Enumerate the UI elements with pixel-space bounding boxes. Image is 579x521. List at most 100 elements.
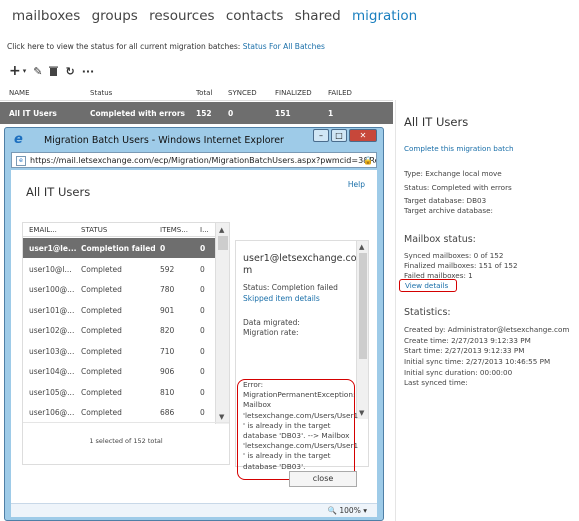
col-email[interactable]: EMAIL... [29,226,57,234]
nav-mailboxes[interactable]: mailboxes [12,8,80,24]
row-i: 0 [200,367,205,376]
more-icon[interactable]: ··· [82,65,95,78]
statistics-heading: Statistics: [404,307,451,318]
nav-shared[interactable]: shared [295,8,341,24]
address-bar[interactable]: e https://mail.letsexchange.com/ecp/Migr… [11,152,377,168]
zoom-level: 100% [339,506,361,515]
details-pane: All IT Users Complete this migration bat… [395,100,579,521]
table-row[interactable]: All IT Users Completed with errors 152 0… [0,102,393,124]
row-user-status: Completed [81,388,122,397]
scroll-thumb[interactable] [218,236,228,250]
list-item[interactable]: user1@le... Completion failed 0 0 [23,238,215,258]
status-all-batches-link[interactable]: Status For All Batches [243,42,325,51]
status-line: Click here to view the status for all cu… [7,42,325,51]
url-text: https://mail.letsexchange.com/ecp/Migrat… [30,156,377,165]
list-item[interactable]: user104@... Completed 906 0 [23,361,215,381]
row-finalized: 151 [275,109,291,118]
synced-text: Synced mailboxes: 0 of 152 [404,251,504,260]
col-user-status[interactable]: STATUS [81,226,107,234]
col-name[interactable]: NAME [9,89,30,97]
list-item[interactable]: user106@... Completed 686 0 [23,402,215,422]
type-text: Type: Exchange local move [404,169,502,178]
last-synced-text: Last synced time: [404,378,468,387]
scroll-up-icon[interactable]: ▲ [359,243,364,251]
scroll-down-icon[interactable]: ▼ [359,409,364,417]
initial-sync-duration-text: Initial sync duration: 00:00:00 [404,368,513,377]
col-failed[interactable]: FAILED [328,89,352,97]
page-icon: e [16,156,26,166]
details-title: All IT Users [404,115,469,129]
complete-batch-link[interactable]: Complete this migration batch [404,144,514,153]
row-i: 0 [200,306,205,315]
nav-migration[interactable]: migration [352,8,417,24]
list-item[interactable]: user102@... Completed 820 0 [23,320,215,340]
status-line-text: Click here to view the status for all cu… [7,42,241,51]
ie-popup-window: e Migration Batch Users - Windows Intern… [4,127,384,521]
col-finalized[interactable]: FINALIZED [275,89,312,97]
nav-resources[interactable]: resources [149,8,214,24]
error-line: ' is already in the target [243,451,331,461]
row-email: user10@l... [29,265,72,274]
row-status: Completed with errors [90,109,185,118]
batches-table-header: NAME Status Total SYNCED FINALIZED FAILE… [0,85,393,101]
zoom-control[interactable]: 🔍 100% ▾ [328,506,367,515]
error-line: MigrationPermanentException: [243,390,356,400]
view-details-link[interactable]: View details [399,279,457,292]
row-synced: 0 [228,109,234,118]
list-scrollbar[interactable]: ▲ ▼ [215,223,229,424]
help-link[interactable]: Help [348,180,365,189]
status-text: Status: Completed with errors [404,183,512,192]
detail-user-line2: m [243,265,253,276]
scroll-down-icon[interactable]: ▼ [219,413,224,421]
users-list-header: EMAIL... STATUS ITEMS... I... [23,223,215,237]
col-status[interactable]: Status [90,89,112,97]
error-line: 'letsexchange.com/Users/User1 [243,441,359,451]
data-migrated-text: Data migrated: [243,318,300,327]
window-titlebar[interactable]: e Migration Batch Users - Windows Intern… [5,128,383,152]
list-item[interactable]: user101@... Completed 901 0 [23,300,215,320]
list-item[interactable]: user10@l... Completed 592 0 [23,259,215,279]
col-items[interactable]: ITEMS... [160,226,188,234]
error-line: Error: [243,380,264,389]
close-button[interactable]: close [289,471,357,487]
col-i[interactable]: I... [200,226,209,234]
refresh-icon[interactable]: ↻ [65,65,74,78]
list-item[interactable]: user100@... Completed 780 0 [23,279,215,299]
row-items: 906 [160,367,175,376]
row-email: user101@... [29,306,75,315]
row-items: 592 [160,265,175,274]
create-time-text: Create time: 2/27/2013 9:12:33 PM [404,336,531,345]
initial-sync-text: Initial sync time: 2/27/2013 10:46:55 PM [404,357,551,366]
row-i: 0 [200,244,206,253]
list-item[interactable]: user103@... Completed 710 0 [23,341,215,361]
row-items: 780 [160,285,175,294]
row-i: 0 [200,326,205,335]
col-synced[interactable]: SYNCED [228,89,257,97]
migration-rate-text: Migration rate: [243,328,299,337]
detail-user-line1: user1@letsexchange.co [243,253,357,264]
delete-icon[interactable] [49,66,59,76]
row-user-status: Completed [81,367,122,376]
edit-icon[interactable]: ✎ [33,65,42,78]
list-item[interactable]: user105@... Completed 810 0 [23,382,215,402]
row-failed: 1 [328,109,334,118]
maximize-button[interactable]: □ [331,129,347,142]
target-archive-text: Target archive database: [404,206,493,215]
scroll-up-icon[interactable]: ▲ [219,226,224,234]
nav-groups[interactable]: groups [92,8,138,24]
error-line: database 'DB03'. --> Mailbox [243,431,350,441]
chevron-down-icon: ▾ [22,67,27,75]
created-by-text: Created by: Administrator@letsexchange.c… [404,325,570,334]
skipped-items-link[interactable]: Skipped item details [243,294,320,303]
ie-status-bar: 🔍 100% ▾ [11,503,377,517]
scroll-thumb[interactable] [359,253,367,359]
col-total[interactable]: Total [196,89,212,97]
window-controls: – □ ✕ [313,129,377,142]
row-items: 820 [160,326,175,335]
window-title: Migration Batch Users - Windows Internet… [44,135,284,146]
nav-contacts[interactable]: contacts [226,8,284,24]
close-window-button[interactable]: ✕ [349,129,377,142]
add-button[interactable]: + ▾ [9,63,26,79]
row-items: 686 [160,408,175,417]
minimize-button[interactable]: – [313,129,329,142]
